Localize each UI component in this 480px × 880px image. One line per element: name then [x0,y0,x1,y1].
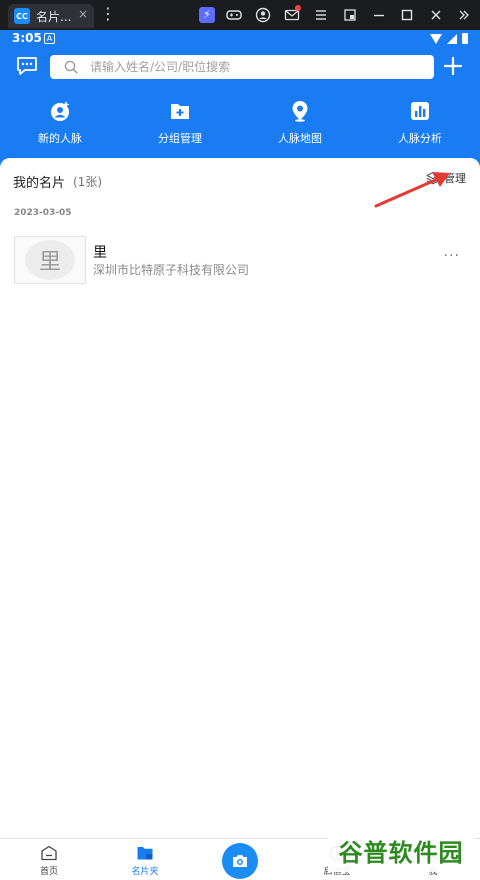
status-bar: 3:05 A [0,30,480,48]
new-contacts-icon [51,101,70,121]
status-time: 3:05 [12,31,42,45]
expand-icon[interactable] [456,7,472,23]
quick-nav-label: 分组管理 [158,132,202,145]
account-icon[interactable] [255,7,271,23]
tab-close-icon[interactable]: × [78,7,88,21]
quick-nav-contact-map[interactable]: 人脉地图 [240,100,360,152]
avatar: 里 [25,240,75,280]
mail-icon[interactable] [284,5,301,23]
section-title: 我的名片 [13,176,66,191]
status-indicators [430,33,468,44]
camera-icon [233,855,247,867]
maximize-icon[interactable] [399,7,415,23]
nav-home[interactable]: 首页 [19,845,79,877]
quick-nav-label: 人脉分析 [398,132,442,145]
app-header: 新的人脉 分组管理 人脉地图 人脉分析 [0,48,480,168]
quick-nav: 新的人脉 分组管理 人脉地图 人脉分析 [0,100,480,152]
analytics-icon [411,102,429,120]
business-card-row[interactable]: 里 里 深圳市比特原子科技有限公司 ··· [14,236,466,286]
camera-scan-button[interactable] [222,843,258,879]
tab-title: 名片... [36,9,72,24]
add-icon[interactable] [443,56,463,76]
quick-nav-group-manage[interactable]: 分组管理 [120,100,240,152]
emulator-title-bar: CC 名片... × ⋮ ⚡ [0,0,480,30]
more-options-icon[interactable]: ··· [444,248,460,264]
map-pin-icon [292,101,308,122]
battery-icon [462,33,468,44]
status-app-icon: A [44,33,55,44]
more-vertical-icon[interactable]: ⋮ [100,5,116,23]
card-count: (1张) [73,175,102,189]
nav-card-folder[interactable]: 名片夹 [115,845,175,877]
lightning-icon[interactable]: ⚡ [199,7,215,23]
nav-label: 首页 [39,867,58,877]
app-logo-icon: CC [14,8,30,24]
search-box[interactable] [50,55,434,79]
home-icon [41,845,57,861]
wifi-icon [430,33,442,44]
minimize-icon[interactable] [371,7,387,23]
card-thumbnail[interactable]: 里 [14,236,86,284]
search-icon [64,60,78,74]
quick-nav-new-contacts[interactable]: 新的人脉 [0,100,120,152]
card-company: 深圳市比特原子科技有限公司 [93,263,250,277]
close-icon[interactable] [428,7,444,23]
card-name: 里 [93,245,107,261]
card-list-panel: 我的名片 (1张) 管理 2023-03-05 里 里 深圳市比特原子科技有限公… [0,158,480,838]
quick-nav-label: 新的人脉 [38,132,82,145]
emulator-tab[interactable]: CC 名片... × [8,4,94,28]
message-icon[interactable] [16,56,38,76]
group-folder-icon [171,104,189,119]
annotation-arrow-icon [374,172,450,208]
quick-nav-contact-analysis[interactable]: 人脉分析 [360,100,480,152]
watermark: 谷普软件园 [328,828,474,872]
gamepad-icon[interactable] [226,7,242,23]
date-label: 2023-03-05 [14,208,72,218]
menu-icon[interactable] [313,7,329,23]
signal-icon [447,33,457,44]
nav-label: 名片夹 [131,867,159,877]
notification-dot [295,5,301,11]
window-icon[interactable] [342,7,358,23]
quick-nav-label: 人脉地图 [278,132,322,145]
card-folder-icon [137,847,153,860]
search-input[interactable] [90,60,410,74]
